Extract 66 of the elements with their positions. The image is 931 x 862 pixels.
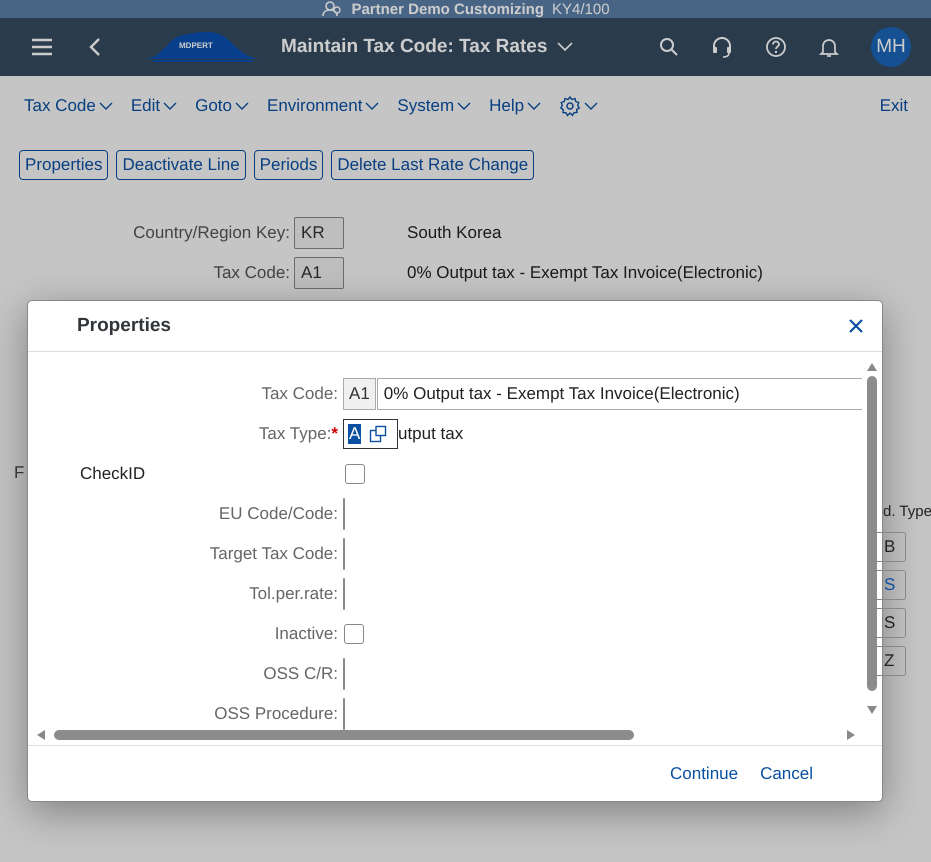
field-label: Tol.per.rate: xyxy=(249,584,338,604)
gear-icon xyxy=(559,95,582,117)
chevron-down-icon xyxy=(365,102,380,110)
menu-item[interactable]: Goto xyxy=(186,92,258,120)
chevron-down-icon xyxy=(527,102,542,110)
chevron-down-icon xyxy=(234,102,249,110)
help-icon[interactable] xyxy=(765,36,787,58)
readonly-field: 0% Output tax - Exempt Tax Invoice(Electronic) xyxy=(376,378,862,410)
checkbox[interactable] xyxy=(345,464,365,484)
toolbar-button[interactable]: Properties xyxy=(19,150,108,180)
field-label: OSS Procedure: xyxy=(214,704,338,724)
chevron-down-icon xyxy=(163,102,178,110)
chevron-down-icon xyxy=(584,102,598,110)
menu-item[interactable]: System xyxy=(388,92,480,120)
back-icon[interactable] xyxy=(89,37,101,57)
input-field[interactable]: A xyxy=(343,419,398,449)
close-icon[interactable] xyxy=(848,318,864,334)
section-title: F xyxy=(14,463,24,483)
system-title: Partner Demo Customizing xyxy=(351,0,544,18)
scroll-left-icon[interactable] xyxy=(36,729,46,741)
readonly-field: KR xyxy=(294,217,344,249)
scroll-right-icon[interactable] xyxy=(846,729,856,741)
user-avatar[interactable]: MH xyxy=(871,27,911,67)
dialog-button[interactable]: Cancel xyxy=(751,760,822,788)
horizontal-scrollbar[interactable] xyxy=(36,729,856,741)
field-label: Tax Type: xyxy=(258,424,332,444)
menu-item[interactable]: Help xyxy=(480,92,550,120)
toolbar-button[interactable]: Delete Last Rate Change xyxy=(331,150,534,180)
bell-icon[interactable] xyxy=(819,36,839,58)
column-heading: d. Type xyxy=(883,503,931,520)
field-label: Tax Code: xyxy=(212,263,290,283)
scroll-up-icon[interactable] xyxy=(866,362,878,372)
toolbar-button[interactable]: Deactivate Line xyxy=(116,150,246,180)
readonly-field: A1 xyxy=(343,378,376,410)
app-title-menu[interactable]: Maintain Tax Code: Tax Rates xyxy=(281,36,574,58)
exit-button[interactable]: Exit xyxy=(870,92,917,120)
checkbox[interactable] xyxy=(344,624,364,644)
dialog-button[interactable]: Continue xyxy=(661,760,748,788)
menu-icon[interactable] xyxy=(31,38,53,56)
system-client: KY4/100 xyxy=(552,0,610,18)
dialog-title: Properties xyxy=(77,315,171,337)
chevron-down-icon xyxy=(557,42,574,52)
menu-item[interactable]: Environment xyxy=(258,92,388,120)
field-description: South Korea xyxy=(407,223,502,243)
field-label: Inactive: xyxy=(274,624,338,644)
readonly-field: A1 xyxy=(294,257,344,289)
scroll-down-icon[interactable] xyxy=(866,705,878,715)
menu-item[interactable]: Tax Code xyxy=(15,92,122,120)
chevron-down-icon xyxy=(457,102,472,110)
headset-icon[interactable] xyxy=(711,36,733,58)
vertical-scrollbar[interactable] xyxy=(866,362,878,715)
field-label: Country/Region Key: xyxy=(132,223,290,243)
chevron-down-icon xyxy=(98,102,113,110)
menu-item[interactable]: Edit xyxy=(122,92,186,120)
value-help-icon[interactable] xyxy=(369,425,388,443)
people-icon xyxy=(321,1,344,17)
field-label: Tax Code: xyxy=(261,384,338,404)
required-mark: * xyxy=(331,424,338,444)
field-label: Target Tax Code: xyxy=(210,544,338,564)
toolbar-button[interactable]: Periods xyxy=(254,150,324,180)
field-label: CheckID xyxy=(80,464,146,484)
field-description: utput tax xyxy=(398,424,464,444)
search-icon[interactable] xyxy=(659,37,679,57)
field-description: 0% Output tax - Exempt Tax Invoice(Electronic) xyxy=(407,263,763,283)
field-label: EU Code/Code: xyxy=(218,504,338,524)
field-label: OSS C/R: xyxy=(263,664,338,684)
